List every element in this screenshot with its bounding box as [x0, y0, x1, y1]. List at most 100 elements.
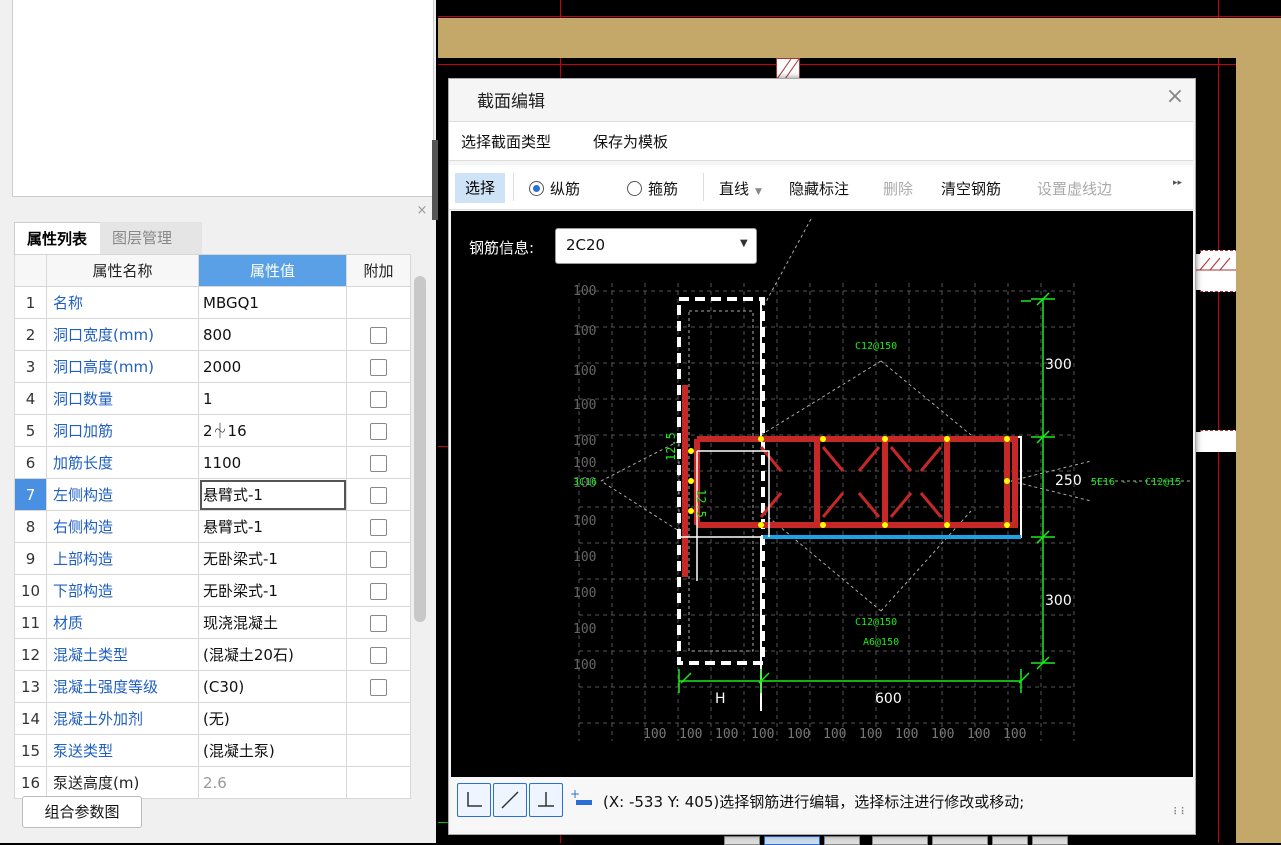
- property-value[interactable]: 现浇混凝土: [198, 606, 347, 639]
- checkbox[interactable]: [370, 550, 387, 568]
- property-value[interactable]: (混凝土20石): [198, 638, 347, 671]
- property-value[interactable]: 悬臂式-1: [198, 510, 347, 543]
- property-value[interactable]: 2⏆16: [198, 414, 347, 447]
- table-row[interactable]: 16 泵送高度(m) 2.6: [14, 766, 411, 799]
- dim-600[interactable]: 600: [875, 691, 902, 707]
- checkbox[interactable]: [370, 390, 387, 408]
- table-row[interactable]: 10 下部构造 无卧梁式-1: [14, 574, 411, 607]
- col-header-extra[interactable]: 附加: [346, 254, 411, 287]
- dim-250[interactable]: 250: [1055, 473, 1082, 489]
- property-extra[interactable]: [346, 542, 411, 575]
- set-dashed-edge-button[interactable]: 设置虚线边: [1037, 178, 1112, 199]
- table-row[interactable]: 11 材质 现浇混凝土: [14, 606, 411, 639]
- property-extra[interactable]: [346, 478, 411, 511]
- clear-rebar-button[interactable]: 清空钢筋: [941, 178, 1001, 199]
- bottom-toolbar[interactable]: [720, 836, 1070, 845]
- property-name[interactable]: 泵送高度(m): [46, 766, 199, 799]
- checkbox[interactable]: [370, 454, 387, 472]
- property-extra[interactable]: [346, 734, 411, 767]
- property-name[interactable]: 泵送类型: [46, 734, 199, 767]
- property-extra[interactable]: [346, 510, 411, 543]
- table-row[interactable]: 5 洞口加筋 2⏆16: [14, 414, 411, 447]
- label-3c16[interactable]: 3C16: [573, 477, 597, 488]
- property-name[interactable]: 右侧构造: [46, 510, 199, 543]
- property-name[interactable]: 洞口加筋: [46, 414, 199, 447]
- property-name[interactable]: 洞口高度(mm): [46, 350, 199, 383]
- rebar-points[interactable]: [688, 436, 1010, 528]
- menu-save-template[interactable]: 保存为模板: [593, 131, 668, 152]
- menu-select-section-type[interactable]: 选择截面类型: [461, 131, 551, 152]
- add-dimension-button[interactable]: +: [565, 783, 599, 817]
- property-name[interactable]: 洞口数量: [46, 382, 199, 415]
- section-drawing-canvas[interactable]: 钢筋信息: 2C20 ▼ 100 100 100 100 100 100 100…: [451, 211, 1193, 777]
- delete-button[interactable]: 删除: [883, 178, 913, 199]
- checkbox[interactable]: [370, 326, 387, 344]
- property-value[interactable]: (C30): [198, 670, 347, 703]
- property-name[interactable]: 名称: [46, 286, 199, 319]
- property-value[interactable]: 2000: [198, 350, 347, 383]
- snap-corner-button[interactable]: [457, 783, 491, 817]
- stirrup-radio[interactable]: 箍筋: [627, 178, 678, 199]
- property-extra[interactable]: [346, 702, 411, 735]
- panel-splitter[interactable]: [432, 140, 438, 220]
- table-row[interactable]: 6 加筋长度 1100: [14, 446, 411, 479]
- dim-300-bottom[interactable]: 300: [1045, 593, 1072, 609]
- label-right[interactable]: 5E16 - - C12@15: [1091, 477, 1181, 488]
- label-vertical-2[interactable]: 12.5: [694, 489, 708, 518]
- combo-param-button[interactable]: 组合参数图: [22, 796, 142, 828]
- checkbox[interactable]: [370, 486, 387, 504]
- property-name[interactable]: 混凝土类型: [46, 638, 199, 671]
- property-value[interactable]: 悬臂式-1: [198, 478, 347, 511]
- tab-properties[interactable]: 属性列表: [14, 222, 114, 255]
- table-row[interactable]: 12 混凝土类型 (混凝土20石): [14, 638, 411, 671]
- dim-300-top[interactable]: 300: [1045, 357, 1072, 373]
- checkbox[interactable]: [370, 678, 387, 696]
- checkbox[interactable]: [370, 358, 387, 376]
- table-row[interactable]: 4 洞口数量 1: [14, 382, 411, 415]
- table-row[interactable]: 9 上部构造 无卧梁式-1: [14, 542, 411, 575]
- property-name[interactable]: 上部构造: [46, 542, 199, 575]
- select-tool-button[interactable]: 选择: [455, 173, 505, 203]
- property-extra[interactable]: [346, 318, 411, 351]
- panel-close-icon[interactable]: ×: [415, 204, 429, 218]
- property-value[interactable]: MBGQ1: [198, 286, 347, 319]
- tab-layers[interactable]: 图层管理: [100, 222, 202, 254]
- property-extra[interactable]: [346, 670, 411, 703]
- property-value[interactable]: 1: [198, 382, 347, 415]
- property-name[interactable]: 下部构造: [46, 574, 199, 607]
- checkbox[interactable]: [370, 646, 387, 664]
- table-row[interactable]: 14 混凝土外加剂 (无): [14, 702, 411, 735]
- property-name[interactable]: 混凝土外加剂: [46, 702, 199, 735]
- table-row[interactable]: 13 混凝土强度等级 (C30): [14, 670, 411, 703]
- hide-label-button[interactable]: 隐藏标注: [789, 178, 849, 199]
- property-value[interactable]: (无): [198, 702, 347, 735]
- property-name[interactable]: 混凝土强度等级: [46, 670, 199, 703]
- property-value[interactable]: 800: [198, 318, 347, 351]
- table-row[interactable]: 1 名称 MBGQ1: [14, 286, 411, 319]
- property-extra[interactable]: [346, 638, 411, 671]
- label-c12-bottom[interactable]: C12@150: [855, 617, 897, 628]
- property-value[interactable]: (混凝土泵): [198, 734, 347, 767]
- col-header-value[interactable]: 属性值: [198, 254, 347, 287]
- more-tools-icon[interactable]: ▸▸: [1173, 178, 1182, 188]
- property-extra[interactable]: [346, 606, 411, 639]
- checkbox[interactable]: [370, 518, 387, 536]
- table-row[interactable]: 8 右侧构造 悬臂式-1: [14, 510, 411, 543]
- property-name[interactable]: 加筋长度: [46, 446, 199, 479]
- property-name[interactable]: 材质: [46, 606, 199, 639]
- dim-h[interactable]: H: [715, 691, 726, 707]
- table-row[interactable]: 2 洞口宽度(mm) 800: [14, 318, 411, 351]
- property-name[interactable]: 洞口宽度(mm): [46, 318, 199, 351]
- snap-perpendicular-button[interactable]: [529, 783, 563, 817]
- checkbox[interactable]: [370, 614, 387, 632]
- resize-grip-icon[interactable]: ⠇⠇: [1173, 807, 1188, 818]
- property-extra[interactable]: [346, 286, 411, 319]
- col-header-name[interactable]: 属性名称: [46, 254, 199, 287]
- property-value[interactable]: 无卧梁式-1: [198, 574, 347, 607]
- property-extra[interactable]: [346, 766, 411, 799]
- property-name[interactable]: 左侧构造: [46, 478, 199, 511]
- table-row[interactable]: 3 洞口高度(mm) 2000: [14, 350, 411, 383]
- line-tool-dropdown[interactable]: 直线 ▼: [719, 178, 762, 199]
- longitudinal-radio[interactable]: 纵筋: [529, 178, 580, 199]
- table-scrollbar[interactable]: [414, 276, 426, 622]
